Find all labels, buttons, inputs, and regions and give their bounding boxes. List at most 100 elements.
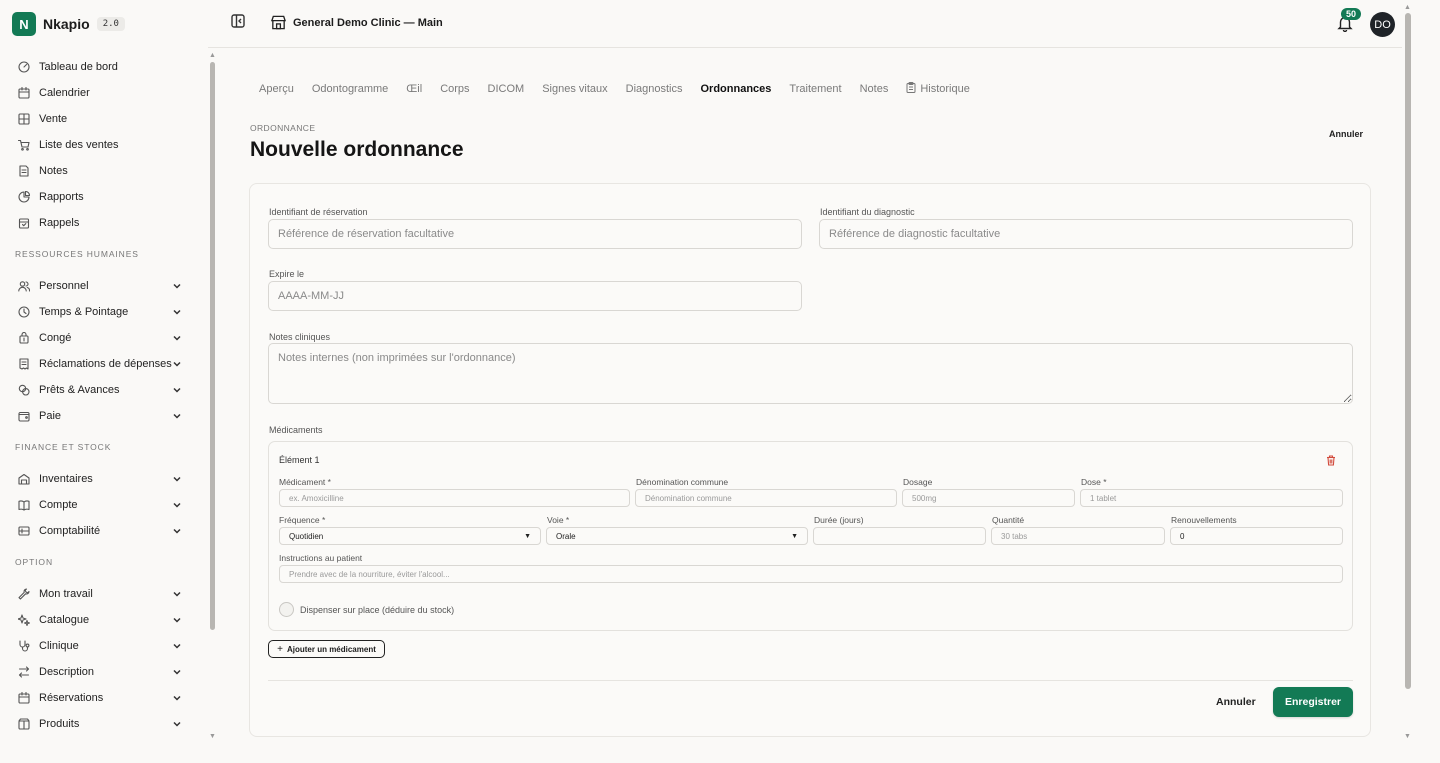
clinic-selector[interactable]: General Demo Clinic — Main (270, 14, 443, 31)
tab-0[interactable]: Aperçu (259, 82, 294, 96)
quantity-label: Quantité (992, 515, 1025, 525)
tab-1[interactable]: Odontogramme (312, 82, 388, 96)
sidebar-item-hr-2[interactable]: Congé (0, 325, 196, 351)
warehouse-icon (18, 473, 30, 485)
sidebar-item-hr-3[interactable]: Réclamations de dépenses (0, 351, 196, 377)
tab-9[interactable]: Notes (860, 82, 889, 96)
dose-input[interactable] (1080, 489, 1343, 507)
sidebar-item-label: Congé (39, 332, 72, 344)
tab-5[interactable]: Signes vitaux (542, 82, 607, 96)
chevron-down-icon[interactable] (172, 526, 182, 536)
sidebar-scroll-down-icon[interactable]: ▼ (209, 733, 216, 740)
cancel-button[interactable]: Annuler (1216, 696, 1256, 708)
sidebar-item-finance-2[interactable]: Comptabilité (0, 518, 196, 544)
chevron-down-icon[interactable] (172, 589, 182, 599)
sidebar-item-label: Liste des ventes (39, 139, 119, 151)
frequency-value: Quotidien (289, 531, 324, 541)
chevron-down-icon[interactable] (172, 693, 182, 703)
swap-icon (18, 666, 30, 678)
refills-input[interactable] (1170, 527, 1343, 545)
sidebar-item-option-4[interactable]: Réservations (0, 685, 196, 711)
sidebar-toggle-icon[interactable] (230, 13, 246, 29)
dispense-on-site-checkbox[interactable] (279, 602, 294, 617)
sidebar-item-option-3[interactable]: Description (0, 659, 196, 685)
tab-3[interactable]: Corps (440, 82, 469, 96)
sidebar-item-label: Réservations (39, 692, 104, 704)
sidebar-item-hr-4[interactable]: Prêts & Avances (0, 377, 196, 403)
stethoscope-icon (18, 640, 30, 652)
chevron-down-icon[interactable] (172, 474, 182, 484)
sidebar-item-finance-0[interactable]: Inventaires (0, 466, 196, 492)
sidebar-item-main-0[interactable]: Tableau de bord (0, 54, 196, 80)
sidebar-item-label: Mon travail (39, 588, 93, 600)
quantity-input[interactable] (991, 527, 1165, 545)
store-icon (270, 15, 287, 30)
sidebar-item-main-6[interactable]: Rappels (0, 210, 196, 236)
tab-7[interactable]: Ordonnances (701, 82, 772, 96)
chevron-down-icon[interactable] (172, 385, 182, 395)
brand-name: Nkapio (43, 16, 90, 32)
chevron-down-icon[interactable] (172, 500, 182, 510)
duration-input[interactable] (813, 527, 986, 545)
tab-2[interactable]: Œil (406, 82, 422, 96)
tab-6[interactable]: Diagnostics (626, 82, 683, 96)
notification-count-badge: 50 (1341, 8, 1362, 20)
instructions-input[interactable] (279, 565, 1343, 583)
sidebar-item-main-2[interactable]: Vente (0, 106, 196, 132)
add-medication-button[interactable]: + Ajouter un médicament (268, 640, 385, 658)
page-kicker: ORDONNANCE (250, 123, 316, 133)
main-scrollbar[interactable] (1405, 13, 1411, 689)
sidebar-item-main-4[interactable]: Notes (0, 158, 196, 184)
tab-label: Corps (440, 83, 470, 95)
medication-name-input[interactable] (279, 489, 630, 507)
chevron-down-icon[interactable] (172, 641, 182, 651)
route-select[interactable]: Orale ▼ (546, 527, 808, 545)
generic-name-input[interactable] (635, 489, 897, 507)
sidebar-item-label: Rapports (39, 191, 84, 203)
chevron-down-icon[interactable] (172, 333, 182, 343)
user-avatar[interactable]: DO (1370, 12, 1395, 37)
brand[interactable]: N Nkapio 2.0 (12, 12, 125, 36)
chevron-down-icon[interactable] (172, 667, 182, 677)
dispense-on-site-label: Dispenser sur place (déduire du stock) (300, 605, 455, 615)
chevron-down-icon[interactable] (172, 719, 182, 729)
sidebar-item-option-0[interactable]: Mon travail (0, 581, 196, 607)
diagnosis-id-input[interactable] (819, 219, 1353, 249)
tab-4[interactable]: DICOM (488, 82, 525, 96)
wallet-icon (18, 410, 30, 422)
header-cancel-button[interactable]: Annuler (1329, 129, 1363, 139)
dosage-input[interactable] (902, 489, 1075, 507)
clinical-notes-textarea[interactable] (268, 343, 1353, 404)
chevron-down-icon: ▼ (791, 532, 798, 540)
chevron-down-icon[interactable] (172, 359, 182, 369)
sidebar-item-option-5[interactable]: Produits (0, 711, 196, 737)
sidebar-item-hr-5[interactable]: Paie (0, 403, 196, 429)
tab-8[interactable]: Traitement (789, 82, 841, 96)
chevron-down-icon[interactable] (172, 307, 182, 317)
section-heading-hr: RESSOURCES HUMAINES (15, 249, 139, 259)
sidebar-item-main-3[interactable]: Liste des ventes (0, 132, 196, 158)
main-scroll-up-icon[interactable]: ▲ (1404, 4, 1411, 11)
ledger-icon (18, 525, 30, 537)
page-title: Nouvelle ordonnance (250, 138, 464, 161)
sidebar-item-main-5[interactable]: Rapports (0, 184, 196, 210)
frequency-select[interactable]: Quotidien ▼ (279, 527, 541, 545)
chevron-down-icon[interactable] (172, 411, 182, 421)
chevron-down-icon[interactable] (172, 281, 182, 291)
save-button[interactable]: Enregistrer (1273, 687, 1353, 717)
sidebar-item-main-1[interactable]: Calendrier (0, 80, 196, 106)
sidebar-item-option-2[interactable]: Clinique (0, 633, 196, 659)
expires-date-input[interactable] (268, 281, 802, 311)
delete-item-icon[interactable] (1326, 455, 1336, 466)
sidebar-item-finance-1[interactable]: Compte (0, 492, 196, 518)
sidebar-item-hr-1[interactable]: Temps & Pointage (0, 299, 196, 325)
sidebar-item-option-1[interactable]: Catalogue (0, 607, 196, 633)
chevron-down-icon[interactable] (172, 615, 182, 625)
tab-10[interactable]: Historique (906, 82, 970, 96)
sidebar-item-label: Tableau de bord (39, 61, 118, 73)
sidebar-scrollbar[interactable] (210, 62, 215, 630)
sidebar-scroll-up-icon[interactable]: ▲ (209, 52, 216, 59)
reservation-id-input[interactable] (268, 219, 802, 249)
sidebar-item-hr-0[interactable]: Personnel (0, 273, 196, 299)
main-scroll-down-icon[interactable]: ▼ (1404, 733, 1411, 740)
